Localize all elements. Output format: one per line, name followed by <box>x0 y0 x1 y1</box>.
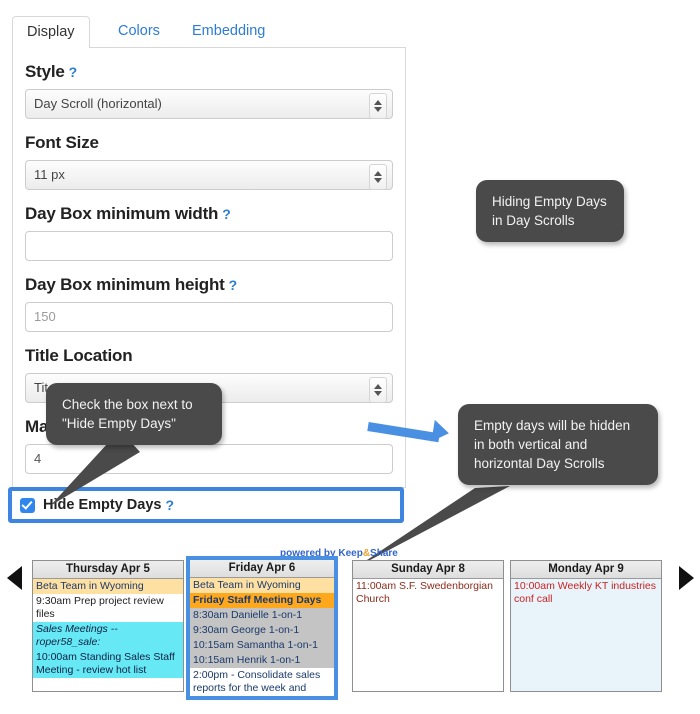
style-select-value: Day Scroll (horizontal) <box>34 96 162 111</box>
day-events-list: 11:00am S.F. Swedenborgian Church <box>353 579 503 691</box>
calendar-event[interactable]: Friday Staff Meeting Days <box>190 593 334 608</box>
calendar-event[interactable]: 10:15am Henrik 1-on-1 <box>190 653 334 668</box>
day-box-min-width-help-icon[interactable]: ? <box>222 206 231 222</box>
day-header: Thursday Apr 5 <box>33 561 183 579</box>
day-events-list: 10:00am Weekly KT industries conf call <box>511 579 661 691</box>
calendar-event[interactable]: Beta Team in Wyoming <box>190 578 334 593</box>
title-location-label: Title Location <box>25 346 393 366</box>
font-size-spinner-icon[interactable] <box>369 164 387 190</box>
day-column-friday[interactable]: Friday Apr 6 Beta Team in Wyoming Friday … <box>186 556 338 700</box>
day-column-monday[interactable]: Monday Apr 9 10:00am Weekly KT industrie… <box>510 560 662 692</box>
day-box-min-height-label: Day Box minimum height? <box>25 275 393 295</box>
calendar-event[interactable]: 9:30am George 1-on-1 <box>190 623 334 638</box>
app-root: Display Colors Embedding Style? Day Scro… <box>0 0 700 714</box>
tab-colors[interactable]: Colors <box>104 16 174 49</box>
calendar-event[interactable]: 10:00am Standing Sales Staff Meeting - r… <box>33 650 183 678</box>
day-box-min-width-input[interactable] <box>25 231 393 261</box>
day-box-min-height-input[interactable]: 150 <box>25 302 393 332</box>
calendar-event[interactable]: 8:30am Danielle 1-on-1 <box>190 608 334 623</box>
style-select[interactable]: Day Scroll (horizontal) <box>25 89 393 119</box>
hide-empty-days-help-icon[interactable]: ? <box>165 497 174 513</box>
style-label: Style? <box>25 62 393 82</box>
callout-check-box: Check the box next to "Hide Empty Days" <box>46 383 222 445</box>
hide-empty-days-checkbox[interactable] <box>20 497 35 513</box>
calendar-event[interactable]: 10:00am Weekly KT industries conf call <box>511 579 661 607</box>
day-box-min-height-label-text: Day Box minimum height <box>25 275 225 294</box>
title-location-label-text: Title Location <box>25 346 133 365</box>
day-box-min-height-help-icon[interactable]: ? <box>229 277 238 293</box>
callout-empty-days: Empty days will be hidden in both vertic… <box>458 404 658 485</box>
title-location-spinner-icon[interactable] <box>369 377 387 403</box>
day-header: Sunday Apr 8 <box>353 561 503 579</box>
day-column-sunday[interactable]: Sunday Apr 8 11:00am S.F. Swedenborgian … <box>352 560 504 692</box>
day-box-min-width-label-text: Day Box minimum width <box>25 204 219 223</box>
settings-tabbar: Display Colors Embedding <box>12 16 406 49</box>
calendar-event[interactable]: Sales Meetings -- roper58_sale: <box>33 622 183 650</box>
day-box-min-height-value: 150 <box>34 309 56 324</box>
calendar-event[interactable]: 10:15am Samantha 1-on-1 <box>190 638 334 653</box>
calendar-event[interactable]: 2:00pm - Consolidate sales reports for t… <box>190 668 334 696</box>
font-size-label: Font Size <box>25 133 393 153</box>
powered-by-amp: & <box>362 548 371 559</box>
font-size-label-text: Font Size <box>25 133 99 152</box>
day-header: Friday Apr 6 <box>190 560 334 578</box>
font-size-select[interactable]: 11 px <box>25 160 393 190</box>
callout-title: Hiding Empty Days in Day Scrolls <box>476 180 624 242</box>
style-spinner-icon[interactable] <box>369 93 387 119</box>
style-label-text: Style <box>25 62 65 81</box>
day-header: Monday Apr 9 <box>511 561 661 579</box>
tab-display[interactable]: Display <box>12 16 90 49</box>
tab-embedding[interactable]: Embedding <box>178 16 279 49</box>
arrow-right-icon <box>678 566 694 590</box>
arrow-left-icon <box>6 566 22 590</box>
day-box-min-width-label: Day Box minimum width? <box>25 204 393 224</box>
calendar-event[interactable]: Beta Team in Wyoming <box>33 579 183 594</box>
calendar-event[interactable]: 11:00am S.F. Swedenborgian Church <box>353 579 503 607</box>
day-scroll-calendar: powered by Keep&Share Thursday Apr 5 Bet… <box>0 548 700 714</box>
scroll-next-button[interactable] <box>674 562 698 594</box>
day-events-list: Beta Team in Wyoming Friday Staff Meeting… <box>190 578 334 696</box>
font-size-select-value: 11 px <box>34 167 65 182</box>
calendar-event[interactable]: 9:30am Prep project review files <box>33 594 183 622</box>
blue-arrow-head <box>431 419 451 445</box>
day-events-list: Beta Team in Wyoming 9:30am Prep project … <box>33 579 183 691</box>
scroll-prev-button[interactable] <box>2 562 26 594</box>
style-help-icon[interactable]: ? <box>69 64 78 80</box>
powered-by-suffix: Share <box>370 548 398 559</box>
day-column-thursday[interactable]: Thursday Apr 5 Beta Team in Wyoming 9:30a… <box>32 560 184 692</box>
